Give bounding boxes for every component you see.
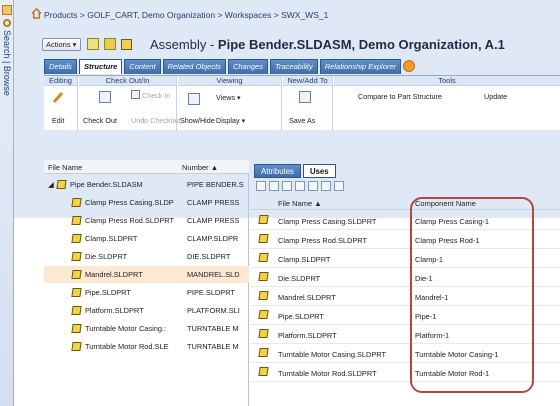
- breadcrumb[interactable]: Products > GOLF_CART, Demo Organization …: [44, 10, 328, 20]
- showhide-icon: [188, 93, 200, 105]
- uses-panel: Attributes Uses File Name ▲ Component Na…: [250, 160, 560, 406]
- part-icon: [71, 324, 82, 333]
- part-icon: [258, 348, 269, 357]
- column-file-name[interactable]: File Name ▲: [278, 199, 322, 208]
- part-icon: [71, 342, 82, 351]
- part-icon: [71, 198, 82, 207]
- part-icon: [258, 310, 269, 319]
- column-number[interactable]: Number ▲: [182, 163, 218, 172]
- views-button[interactable]: Views ▾: [216, 93, 241, 102]
- expand-icon[interactable]: [269, 181, 279, 191]
- part-icon: [258, 329, 269, 338]
- pencil-icon: [52, 92, 64, 103]
- part-icon: [258, 215, 269, 224]
- insert-icon[interactable]: [295, 181, 305, 191]
- left-sidebar: Search | Browse: [0, 0, 14, 406]
- tree-row[interactable]: Clamp Press Casing.SLDP CLAMP PRESS: [44, 194, 249, 211]
- part-icon: [258, 253, 269, 262]
- tree-row[interactable]: Pipe.SLDPRT PIPE.SLDPRT: [44, 284, 249, 301]
- checkout-icon: [99, 91, 111, 103]
- viewing-group: Viewing Views ▾ Show/Hide Display ▾: [178, 76, 282, 131]
- update-button[interactable]: Update: [484, 92, 507, 101]
- settings-icon[interactable]: [334, 181, 344, 191]
- page-title: Assembly - Pipe Bender.SLDASM, Demo Orga…: [150, 37, 505, 52]
- part-icon: [71, 306, 82, 315]
- part-icon: [71, 252, 82, 261]
- save-as-icon: [299, 91, 311, 103]
- showhide-button[interactable]: Show/Hide: [180, 116, 215, 125]
- tree-row-selected[interactable]: Mandrel.SLDPRT MANDREL.SLD: [44, 266, 249, 283]
- tab-structure[interactable]: Structure: [78, 59, 123, 74]
- newadd-group: New/Add To Save As: [283, 76, 333, 131]
- part-icon: [71, 216, 82, 225]
- part-icon: [258, 272, 269, 281]
- tab-bar: Details Structure Content Related Object…: [44, 59, 416, 74]
- tab-attributes[interactable]: Attributes: [254, 164, 301, 178]
- compare-button[interactable]: Compare to Part Structure: [358, 92, 442, 101]
- part-icon: [258, 234, 269, 243]
- structure-tree: File Name Number ▲ ◢ Pipe Bender.SLDASM …: [44, 160, 249, 406]
- part-icon: [258, 367, 269, 376]
- edit-button[interactable]: Edit: [52, 116, 64, 125]
- part-icon: [71, 270, 82, 279]
- part-icon: [71, 288, 82, 297]
- tree-row[interactable]: Platform.SLDPRT PLATFORM.SLI: [44, 302, 249, 319]
- tree-row[interactable]: Clamp.SLDPRT CLAMP.SLDPR: [44, 230, 249, 247]
- part-icon: [71, 234, 82, 243]
- table-icon[interactable]: [321, 181, 331, 191]
- tab-content[interactable]: Content: [124, 59, 161, 74]
- checkin-icon: [131, 90, 140, 99]
- tree-root-row[interactable]: ◢ Pipe Bender.SLDASM PIPE BENDER.S: [44, 176, 249, 193]
- tree-row[interactable]: Die.SLDPRT DIE.SLDPRT: [44, 248, 249, 265]
- search-icon[interactable]: [3, 19, 11, 27]
- tools-group: Tools Compare to Part Structure Update: [334, 76, 560, 131]
- checkout-button[interactable]: Check Out: [83, 116, 117, 125]
- assembly-icon: [121, 39, 132, 50]
- tab-relationship-explorer[interactable]: Relationship Explorer: [319, 59, 402, 74]
- collapse-icon[interactable]: ◢: [48, 180, 54, 189]
- home-icon[interactable]: [31, 8, 42, 19]
- tab-uses[interactable]: Uses: [302, 164, 336, 178]
- actions-button[interactable]: Actions ▾: [42, 38, 81, 51]
- tree-row[interactable]: Clamp Press Rod.SLDPRT CLAMP PRESS: [44, 212, 249, 229]
- view-icon[interactable]: [104, 38, 116, 50]
- tab-related-objects[interactable]: Related Objects: [162, 59, 226, 74]
- component-name-highlight: [410, 197, 534, 393]
- search-tab[interactable]: Search: [2, 30, 12, 59]
- tree-row[interactable]: Turntable Motor Rod.SLE TURNTABLE M: [44, 338, 249, 355]
- new-icon[interactable]: [282, 181, 292, 191]
- tree-row[interactable]: Turntable Motor Casing.: TURNTABLE M: [44, 320, 249, 337]
- save-as-button[interactable]: Save As: [289, 116, 315, 125]
- refresh-icon[interactable]: [256, 181, 266, 191]
- browse-tab[interactable]: Browse: [2, 66, 12, 96]
- workspace-icon[interactable]: [87, 38, 99, 50]
- undo-checkout-button[interactable]: Undo Checkout: [131, 116, 181, 125]
- editing-group: Editing Edit: [44, 76, 78, 131]
- display-button[interactable]: Display ▾: [216, 116, 245, 125]
- tab-changes[interactable]: Changes: [227, 59, 268, 74]
- tab-traceability[interactable]: Traceability: [269, 59, 318, 74]
- uses-toolbar: [256, 181, 344, 193]
- part-icon: [258, 291, 269, 300]
- tab-details[interactable]: Details: [44, 59, 77, 74]
- add-tab-icon[interactable]: [403, 60, 416, 72]
- column-filename[interactable]: File Name: [48, 163, 82, 172]
- main-panel: File Name Number ▲ ◢ Pipe Bender.SLDASM …: [44, 160, 560, 406]
- checkout-group: Check Out/In Check In Check Out Undo Che…: [79, 76, 181, 131]
- ribbon: Editing Edit Check Out/In Check In Check…: [44, 75, 560, 131]
- copy-icon[interactable]: [308, 181, 318, 191]
- expand-icon[interactable]: [2, 5, 12, 15]
- assembly-icon: [56, 180, 67, 189]
- checkin-button[interactable]: Check In: [142, 91, 170, 100]
